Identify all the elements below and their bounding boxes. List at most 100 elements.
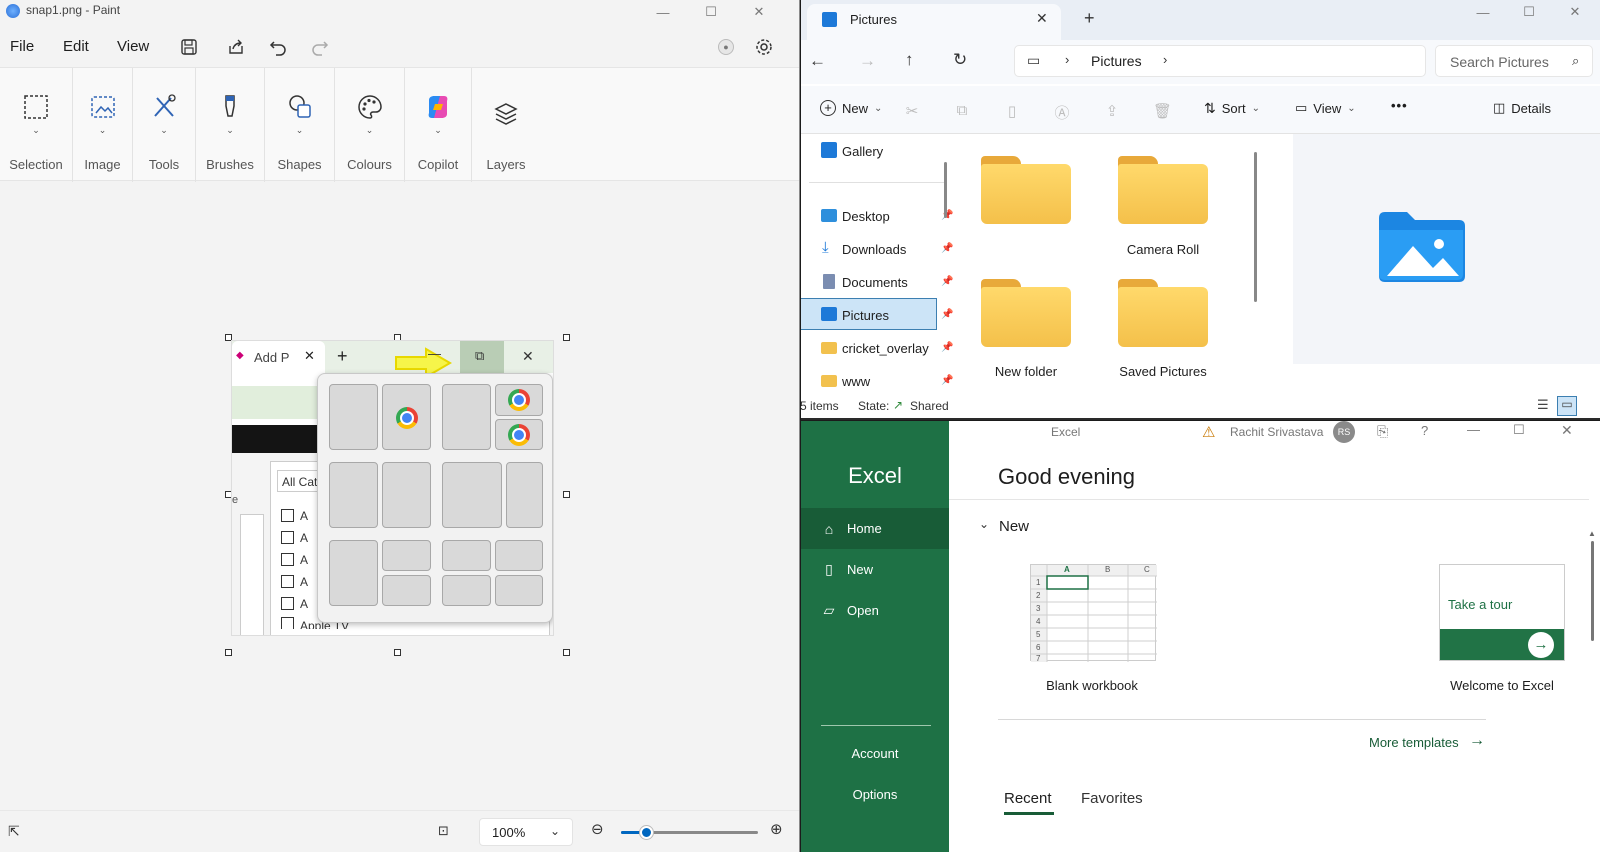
paste-icon[interactable]: ▯ <box>1003 102 1021 120</box>
menu-file[interactable]: File <box>10 38 34 55</box>
new-button[interactable]: + New ⌄ <box>820 100 882 116</box>
explorer-tab[interactable]: Pictures ✕ <box>807 4 1061 40</box>
nav-item-www[interactable]: www <box>842 374 870 389</box>
close-button[interactable]: ✕ <box>736 0 782 24</box>
pasted-snapshot-image[interactable]: ◆ Add P ✕ + — ⧉ ✕ e All Cat A A A A A Ap… <box>231 340 554 636</box>
share-icon[interactable]: ⇪ <box>1103 102 1121 120</box>
details-pane-button[interactable]: ◫ Details <box>1493 100 1551 116</box>
ribbon-group-copilot[interactable]: ⌄ Copilot <box>405 68 472 182</box>
redo-icon[interactable] <box>308 35 332 59</box>
share-icon[interactable] <box>224 35 248 59</box>
account-icon[interactable]: ● <box>714 35 738 59</box>
close-button[interactable]: ✕ <box>1552 0 1598 24</box>
blank-workbook-card[interactable]: A B C 1 2 3 4 5 6 7 <box>1030 564 1157 663</box>
ribbon-group-colours[interactable]: ⌄ Colours <box>335 68 405 182</box>
zoom-slider-thumb[interactable] <box>639 826 653 839</box>
blank-workbook-label[interactable]: Blank workbook <box>1002 678 1182 693</box>
menu-edit[interactable]: Edit <box>63 38 89 55</box>
resize-handle[interactable] <box>394 649 401 656</box>
forward-arrow-icon[interactable]: → <box>859 51 876 71</box>
save-icon[interactable] <box>177 35 201 59</box>
maximize-button[interactable]: ☐ <box>688 0 734 24</box>
chevron-down-icon[interactable]: ⌄ <box>979 517 989 531</box>
sort-button[interactable]: ⇅ Sort ⌄ <box>1204 100 1260 117</box>
zoom-slider-track[interactable] <box>621 826 758 839</box>
refresh-icon[interactable]: ↻ <box>953 50 967 70</box>
tab-favorites[interactable]: Favorites <box>1081 790 1143 807</box>
more-options-button[interactable]: ••• <box>1391 98 1408 113</box>
folder-icon[interactable] <box>1118 279 1208 349</box>
maximize-button[interactable]: ☐ <box>1506 0 1552 24</box>
view-button[interactable]: ▭ View ⌄ <box>1295 100 1356 116</box>
rename-icon[interactable]: Ⓐ <box>1053 102 1071 122</box>
menu-view[interactable]: View <box>117 38 149 55</box>
sidebar-item-open[interactable]: ▱ Open <box>801 590 949 631</box>
ribbon-group-selection[interactable]: ⌄ Selection <box>0 68 73 182</box>
nav-item-documents[interactable]: Documents <box>842 275 908 290</box>
welcome-to-excel-card[interactable]: Take a tour → <box>1439 564 1565 661</box>
settings-gear-icon[interactable] <box>752 35 776 59</box>
delete-icon[interactable]: 🗑 <box>1153 102 1172 120</box>
sidebar-item-home[interactable]: ⌂ Home <box>801 508 949 549</box>
ribbon-group-brushes[interactable]: ⌄ Brushes <box>196 68 265 182</box>
ribbon-group-tools[interactable]: ⌄ Tools <box>133 68 196 182</box>
folder-label-saved-pictures[interactable]: Saved Pictures <box>1093 364 1233 379</box>
folder-label-new-folder[interactable]: New folder <box>956 364 1096 379</box>
scroll-thumb[interactable] <box>1591 541 1594 641</box>
minimize-button[interactable]: ― <box>640 0 686 24</box>
content-scrollbar[interactable] <box>1254 152 1257 302</box>
nav-item-cricket-overlay[interactable]: cricket_overlay <box>842 341 930 356</box>
nav-item-desktop[interactable]: Desktop <box>842 209 890 224</box>
back-arrow-icon[interactable]: ← <box>809 51 826 71</box>
nav-item-gallery[interactable]: Gallery <box>842 144 883 159</box>
sidebar-item-account[interactable]: Account <box>801 733 949 774</box>
minimize-icon[interactable]: ― <box>1467 422 1480 437</box>
search-box[interactable]: Search Pictures ⌕ <box>1435 45 1593 77</box>
maximize-icon[interactable]: ☐ <box>1513 422 1525 438</box>
address-bar[interactable]: ▭ › Pictures › <box>1014 45 1426 77</box>
ribbon-group-shapes[interactable]: ⌄ Shapes <box>265 68 335 182</box>
folder-icon[interactable] <box>1118 156 1208 226</box>
sidebar-item-options[interactable]: Options <box>801 774 949 815</box>
sidebar-item-new[interactable]: ▯ New <box>801 549 949 590</box>
copy-icon[interactable]: ⧉ <box>953 102 971 120</box>
content-scrollbar[interactable]: ▲ <box>1588 529 1598 649</box>
chevron-down-icon: ⌄ <box>32 125 40 135</box>
list-view-icon[interactable]: ☰ <box>1537 397 1549 413</box>
scroll-up-icon[interactable]: ▲ <box>1588 529 1596 538</box>
tab-recent[interactable]: Recent <box>1004 790 1052 807</box>
cut-icon[interactable]: ✂ <box>903 102 921 120</box>
ribbon-group-image[interactable]: ⌄ Image <box>73 68 133 182</box>
resize-handle[interactable] <box>563 649 570 656</box>
breadcrumb-pictures[interactable]: Pictures <box>1091 53 1142 69</box>
zoom-dropdown[interactable]: 100% ⌄ <box>479 818 573 846</box>
undo-icon[interactable] <box>266 35 290 59</box>
nav-scrollbar[interactable] <box>944 162 947 218</box>
fit-to-window-icon[interactable]: ⊡ <box>438 823 449 839</box>
folder-icon[interactable] <box>981 279 1071 349</box>
help-icon[interactable]: ? <box>1421 423 1428 438</box>
welcome-to-excel-label[interactable]: Welcome to Excel <box>1412 678 1592 693</box>
folder-label-camera-roll[interactable]: Camera Roll <box>1093 242 1233 257</box>
resize-handle[interactable] <box>563 491 570 498</box>
feedback-icon[interactable]: ⎘ <box>1377 423 1388 440</box>
avatar[interactable]: RS <box>1333 421 1355 443</box>
warning-icon[interactable]: ⚠ <box>1202 423 1215 441</box>
new-section-heading[interactable]: New <box>999 518 1029 535</box>
minimize-button[interactable]: ― <box>1460 0 1506 24</box>
folder-icon[interactable] <box>981 156 1071 226</box>
ribbon-group-layers[interactable]: Layers <box>472 68 540 182</box>
nav-item-pictures[interactable]: Pictures <box>842 308 889 323</box>
nav-item-downloads[interactable]: Downloads <box>842 242 906 257</box>
snapshot-category-label: All Cat <box>282 475 318 489</box>
zoom-in-icon[interactable]: ⊕ <box>770 820 783 838</box>
new-tab-plus-icon[interactable]: + <box>1084 8 1095 29</box>
up-arrow-icon[interactable]: ↑ <box>905 50 914 70</box>
tiles-view-icon[interactable]: ▭ <box>1557 396 1577 416</box>
resize-handle[interactable] <box>563 334 570 341</box>
more-templates-link[interactable]: More templates <box>1369 735 1459 750</box>
close-icon[interactable]: ✕ <box>1036 10 1048 27</box>
resize-handle[interactable] <box>225 649 232 656</box>
close-icon[interactable]: ✕ <box>1561 422 1573 439</box>
zoom-out-icon[interactable]: ⊖ <box>591 820 604 838</box>
